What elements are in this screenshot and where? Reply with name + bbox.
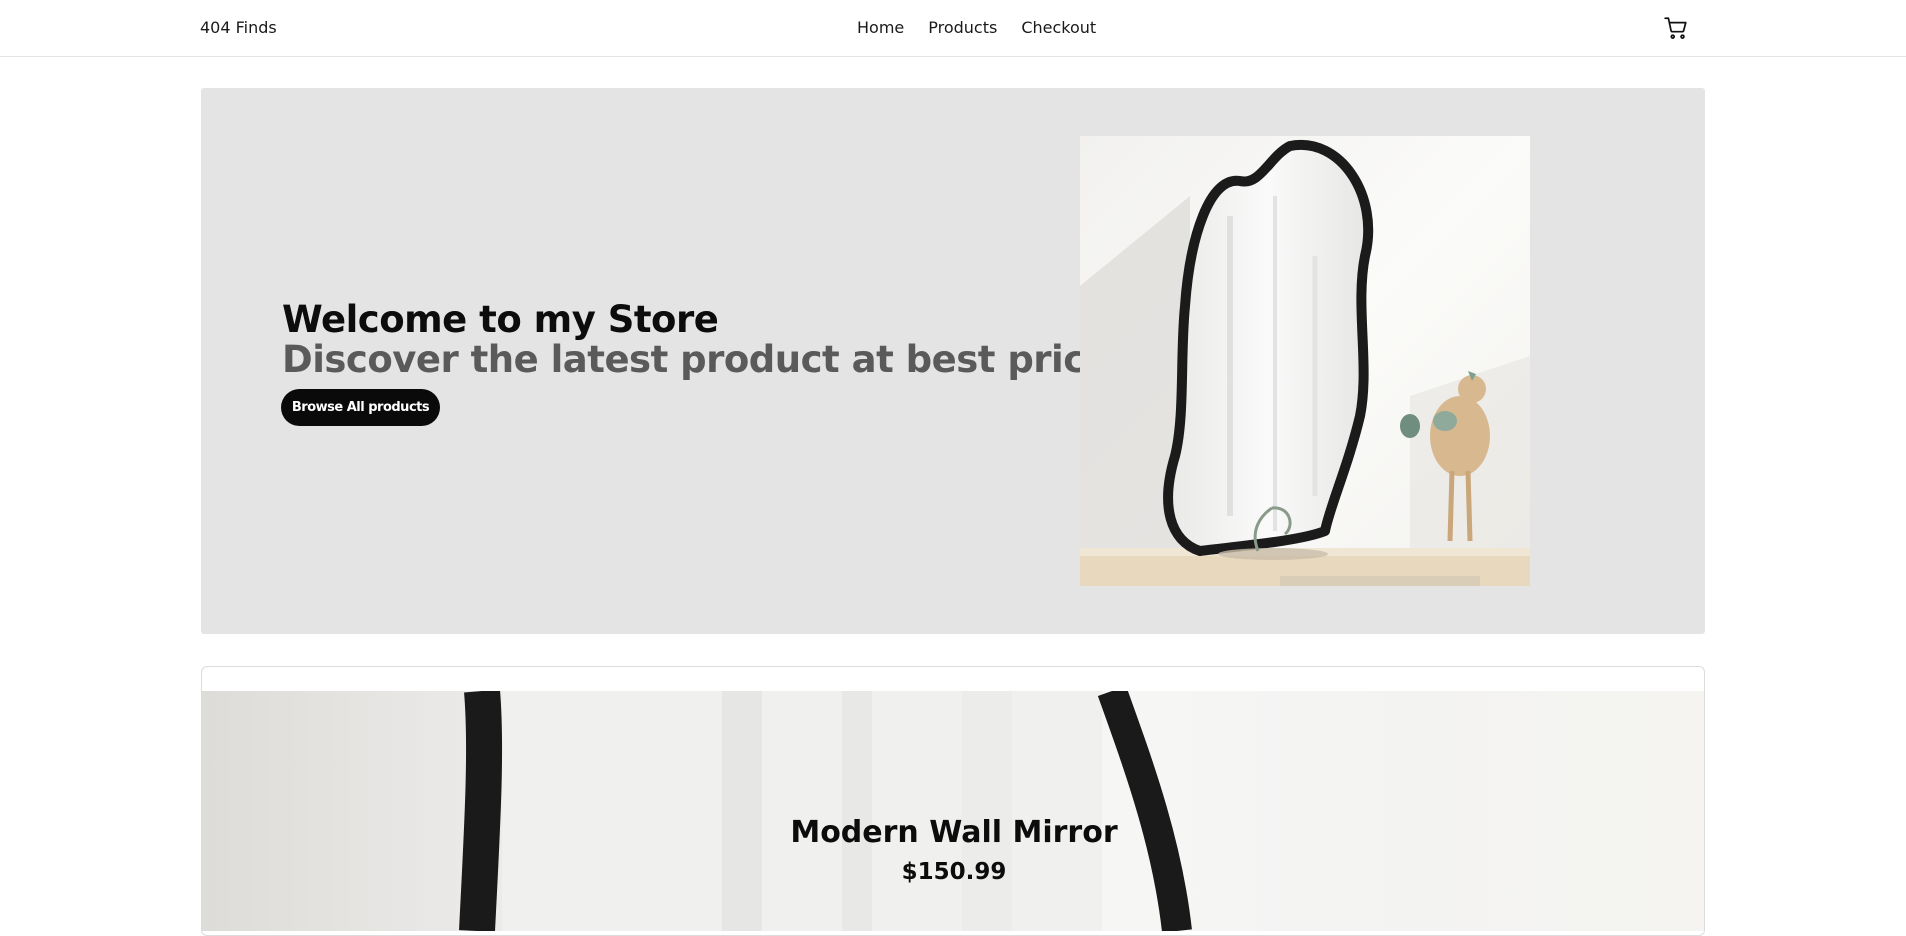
featured-product-image — [202, 691, 1704, 931]
nav-links: Home Products Checkout — [857, 18, 1096, 37]
brand-link[interactable]: 404 Finds — [200, 18, 277, 37]
product-name: Modern Wall Mirror — [790, 815, 1118, 850]
top-navbar: 404 Finds Home Products Checkout — [0, 0, 1906, 57]
product-price: $150.99 — [901, 859, 1007, 885]
hero-title: Welcome to my Store — [282, 298, 719, 341]
shopping-cart-icon[interactable] — [1663, 15, 1689, 41]
nav-home[interactable]: Home — [857, 18, 904, 37]
nav-checkout[interactable]: Checkout — [1021, 18, 1096, 37]
browse-all-products-button[interactable]: Browse All products — [281, 389, 440, 426]
nav-products[interactable]: Products — [928, 18, 997, 37]
hero-banner: Welcome to my Store Discover the latest … — [201, 88, 1705, 634]
hero-subtitle: Discover the latest product at best pric… — [282, 338, 1110, 381]
hero-product-image — [1080, 136, 1530, 586]
featured-product-card[interactable]: Modern Wall Mirror $150.99 — [201, 666, 1705, 936]
